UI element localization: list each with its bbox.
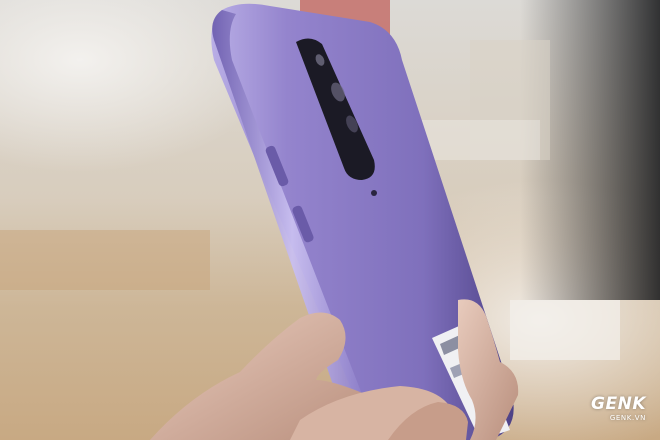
photo-illustration [0,0,660,440]
watermark-domain: GENK.VN [609,414,646,422]
flash-dot [371,190,377,196]
watermark-logo: GENK GENK.VN [591,396,646,422]
photo-scene: GENK GENK.VN [0,0,660,440]
watermark-brand: GENK [591,394,646,414]
